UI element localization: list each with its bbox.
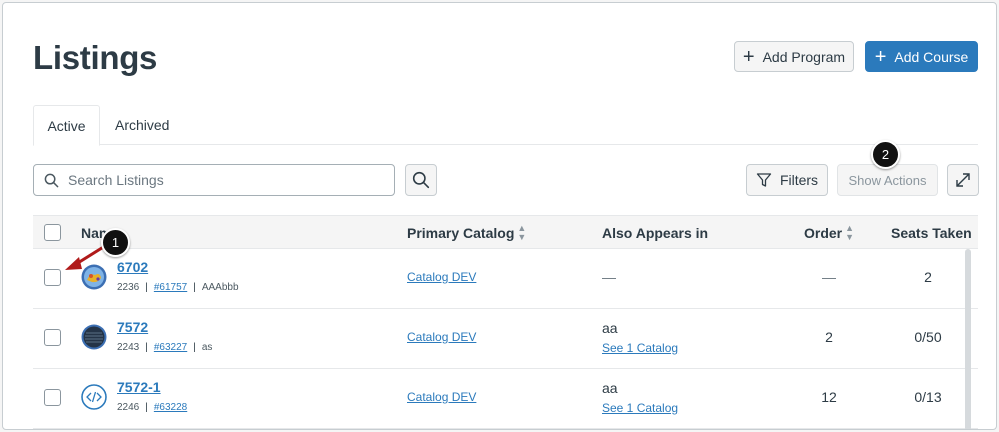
tab-archived-label: Archived (115, 117, 170, 133)
filters-button[interactable]: Filters (746, 164, 828, 196)
column-also-appears: Also Appears in (602, 216, 708, 250)
listing-id: 2236 (117, 282, 140, 293)
listing-meta: 2246 | #63228 (117, 402, 188, 413)
table-row: 6702 2236 | #61757 | AAAbbb Catalog DEV … (33, 249, 978, 309)
callout-badge-2: 2 (871, 140, 900, 169)
see-catalog-label[interactable]: See 1 Catalog (602, 341, 678, 355)
column-also-appears-label: Also Appears in (602, 225, 709, 241)
listing-meta: 2243 | #63227 | as (117, 342, 213, 353)
page-title: Listings (33, 39, 158, 76)
also-appears-value: — (602, 269, 616, 285)
primary-catalog-label[interactable]: Catalog DEV (407, 270, 476, 284)
listing-ref-link[interactable]: #63228 (154, 402, 187, 413)
scrollbar[interactable] (965, 249, 971, 429)
seats-value: 0/13 (914, 389, 942, 405)
add-course-label: Add Course (894, 48, 969, 65)
sort-icon: ▲ ▼ (845, 223, 855, 242)
column-order[interactable]: Order ▲ ▼ (804, 216, 854, 250)
column-seats-taken: Seats Taken (891, 216, 972, 250)
primary-catalog-label[interactable]: Catalog DEV (407, 390, 476, 404)
primary-catalog-link[interactable]: Catalog DEV (407, 270, 476, 284)
listing-tabs: Active Archived (33, 105, 978, 146)
see-catalog-link[interactable]: See 1 Catalog (602, 341, 678, 355)
listing-name[interactable]: 7572-1 (117, 379, 161, 395)
column-seats-taken-label: Seats Taken (891, 225, 972, 241)
listing-name-link[interactable]: 6702 (117, 259, 148, 275)
plus-icon: + (874, 45, 887, 68)
tab-archived[interactable]: Archived (101, 105, 183, 145)
show-actions-label: Show Actions (848, 172, 927, 188)
tab-active[interactable]: Active (33, 105, 100, 146)
add-program-button[interactable]: + Add Program (734, 41, 854, 72)
expand-icon (956, 173, 970, 187)
tab-active-label: Active (47, 117, 86, 134)
column-primary-catalog[interactable]: Primary Catalog ▲ ▼ (407, 216, 526, 250)
seats-value: 0/50 (914, 329, 942, 345)
order-value: 12 (821, 389, 837, 405)
search-icon (412, 171, 430, 189)
search-icon (44, 173, 59, 187)
also-appears-value: aa (602, 380, 618, 396)
row-checkbox[interactable] (44, 329, 61, 346)
search-button[interactable] (405, 164, 437, 196)
listing-tag: AAAbbb (201, 282, 239, 293)
listing-id: 2243 (117, 342, 140, 353)
primary-catalog-label[interactable]: Catalog DEV (407, 330, 476, 344)
listing-id: 2246 (117, 402, 140, 413)
expand-button[interactable] (947, 164, 979, 196)
sort-icon: ▲ ▼ (517, 223, 527, 242)
listing-name-link[interactable]: 7572-1 (117, 379, 161, 395)
primary-catalog-link[interactable]: Catalog DEV (407, 330, 476, 344)
primary-catalog-link[interactable]: Catalog DEV (407, 390, 476, 404)
add-course-button[interactable]: + Add Course (865, 41, 978, 72)
search-input[interactable] (68, 172, 368, 188)
listing-meta: 2236 | #61757 | AAAbbb (117, 282, 239, 293)
column-primary-catalog-label: Primary Catalog (407, 225, 515, 241)
add-program-label: Add Program (762, 48, 846, 65)
column-order-label: Order (804, 225, 843, 241)
also-appears-value: aa (602, 320, 618, 336)
search-field[interactable] (33, 164, 395, 196)
listing-name-link[interactable]: 7572 (117, 319, 148, 335)
seats-value: 2 (924, 269, 932, 285)
listings-window: Listings + Add Program + Add Course Acti… (2, 2, 997, 430)
callout-badge-1: 1 (101, 228, 130, 257)
table-row: 7572 2243 | #63227 | as Catalog DEV aa S… (33, 309, 978, 369)
listing-name[interactable]: 6702 (117, 259, 148, 275)
see-catalog-label[interactable]: See 1 Catalog (602, 401, 678, 415)
filter-icon (756, 173, 772, 187)
listing-ref-link[interactable]: #63227 (154, 342, 187, 353)
table-row: 7572-1 2246 | #63228 Catalog DEV aa See … (33, 369, 978, 429)
row-checkbox[interactable] (44, 389, 61, 406)
listing-name[interactable]: 7572 (117, 319, 148, 335)
code-icon (81, 384, 107, 410)
plus-icon: + (742, 45, 755, 68)
course-image-icon (81, 324, 107, 350)
table-header: Name Primary Catalog ▲ ▼ Also Appears in … (33, 215, 978, 249)
filters-label: Filters (779, 172, 819, 188)
listing-tag: as (201, 342, 213, 353)
order-value: 2 (825, 329, 833, 345)
listing-ref-link[interactable]: #61757 (154, 282, 187, 293)
order-value: — (822, 269, 836, 285)
see-catalog-link[interactable]: See 1 Catalog (602, 401, 678, 415)
